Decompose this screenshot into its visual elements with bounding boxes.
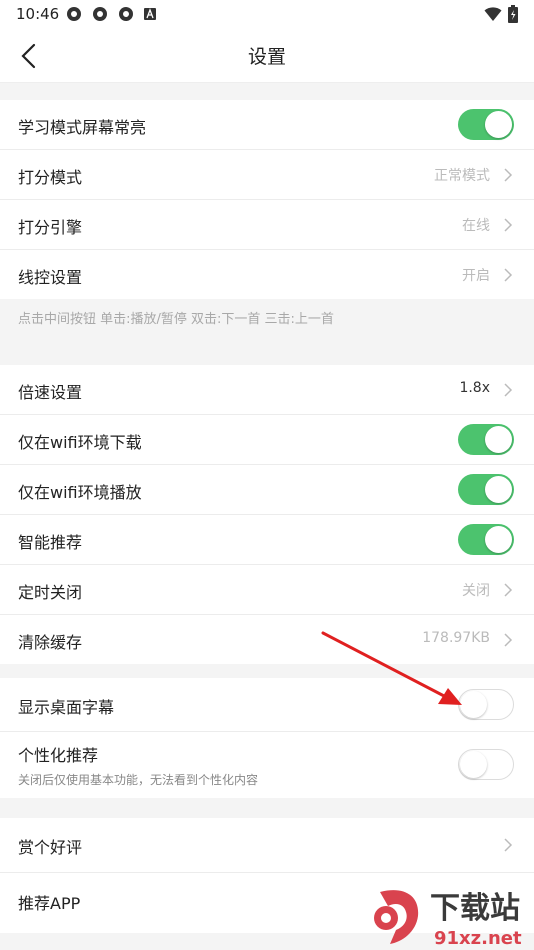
- watermark-title: 下载站: [430, 891, 520, 926]
- watermark-url: 91xz.net: [434, 928, 522, 949]
- watermark-logo: 下载站 91xz.net: [374, 890, 522, 949]
- annotation-arrow: [321, 631, 462, 705]
